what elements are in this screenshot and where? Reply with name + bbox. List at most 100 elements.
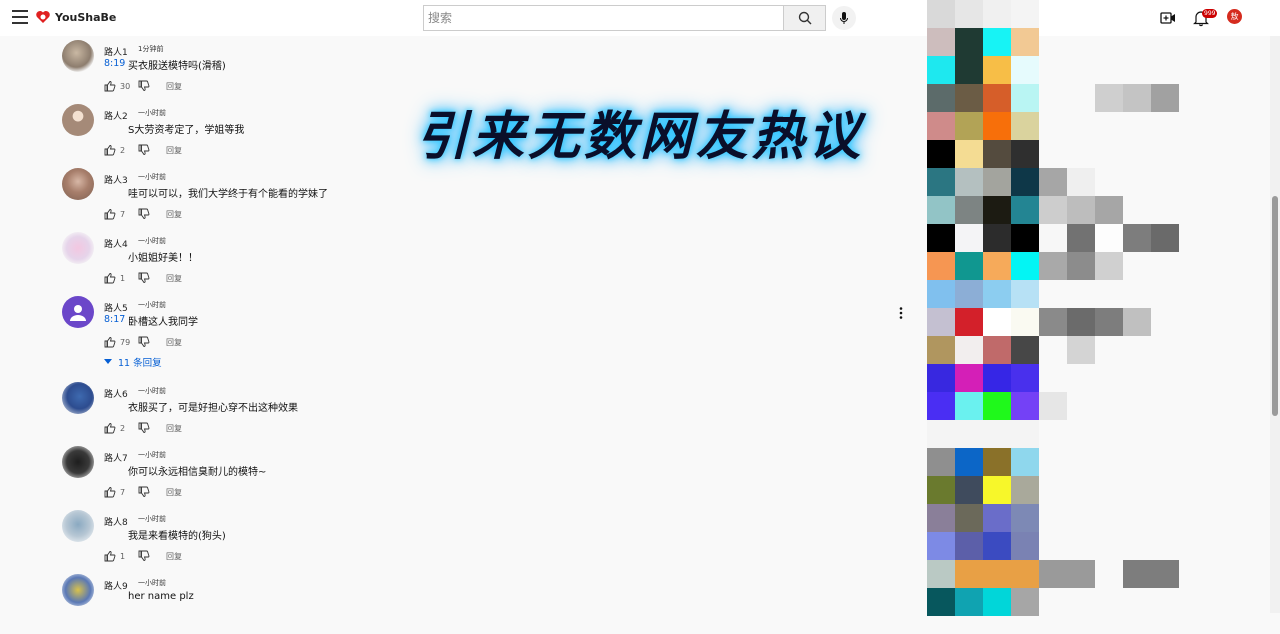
notification-count-badge: 999 xyxy=(1202,9,1218,18)
scrollbar[interactable] xyxy=(1270,36,1280,613)
comment-time[interactable]: 一小时前 xyxy=(138,578,166,588)
menu-icon[interactable] xyxy=(12,10,28,24)
mosaic-pixel xyxy=(983,588,1011,616)
mosaic-pixel xyxy=(955,84,983,112)
like-icon[interactable] xyxy=(104,550,116,562)
like-icon[interactable] xyxy=(104,336,116,348)
mosaic-pixel xyxy=(927,0,955,28)
like-icon[interactable] xyxy=(104,422,116,434)
more-actions-icon[interactable] xyxy=(896,306,906,320)
mosaic-pixel xyxy=(955,336,983,364)
comment-author[interactable]: 路人1 xyxy=(104,45,128,58)
comment-time[interactable]: 一小时前 xyxy=(138,514,166,524)
comment-avatar[interactable] xyxy=(62,232,94,264)
mosaic-pixel xyxy=(927,56,955,84)
like-icon[interactable] xyxy=(104,144,116,156)
like-icon[interactable] xyxy=(104,486,116,498)
mosaic-pixel xyxy=(955,504,983,532)
comment-author[interactable]: 路人2 xyxy=(104,109,128,122)
dislike-icon[interactable] xyxy=(138,422,150,434)
reply-button[interactable]: 回复 xyxy=(166,273,182,284)
mosaic-pixel xyxy=(1067,308,1095,336)
comment-avatar[interactable] xyxy=(62,168,94,200)
view-replies-button[interactable]: 11 条回复 xyxy=(104,355,162,369)
like-icon[interactable] xyxy=(104,208,116,220)
mosaic-pixel xyxy=(983,476,1011,504)
mosaic-pixel xyxy=(1039,560,1067,588)
comment-author[interactable]: 路人4 xyxy=(104,237,128,250)
like-icon[interactable] xyxy=(104,80,116,92)
mosaic-pixel xyxy=(983,28,1011,56)
mosaic-pixel xyxy=(983,560,1011,588)
user-avatar[interactable]: 敖 xyxy=(1227,9,1242,24)
comment-time[interactable]: 一小时前 xyxy=(138,450,166,460)
comment-author[interactable]: 路人6 xyxy=(104,387,128,400)
reply-button[interactable]: 回复 xyxy=(166,487,182,498)
comment-author[interactable]: 路人8 xyxy=(104,515,128,528)
mosaic-pixel xyxy=(1011,252,1039,280)
comment-author[interactable]: 路人9 xyxy=(104,579,128,592)
mosaic-pixel xyxy=(1011,504,1039,532)
comment-avatar[interactable] xyxy=(62,40,94,72)
mosaic-pixel xyxy=(1095,224,1123,252)
logo[interactable]: YouShaBe xyxy=(35,9,116,25)
comment-avatar[interactable] xyxy=(62,574,94,606)
mosaic-pixel xyxy=(955,392,983,420)
heart-logo-icon xyxy=(36,11,50,23)
comment-text: S大劳资考定了，学姐等我 xyxy=(128,125,245,136)
search-icon xyxy=(798,11,811,25)
like-icon[interactable] xyxy=(104,272,116,284)
mosaic-pixel xyxy=(927,140,955,168)
search-input[interactable] xyxy=(423,5,784,31)
mosaic-pixel xyxy=(955,224,983,252)
comment-time[interactable]: 一小时前 xyxy=(138,236,166,246)
scrollbar-thumb[interactable] xyxy=(1272,196,1278,416)
reply-button[interactable]: 回复 xyxy=(166,337,182,348)
dislike-icon[interactable] xyxy=(138,208,150,220)
reply-button[interactable]: 回复 xyxy=(166,81,182,92)
voice-search-button[interactable] xyxy=(832,6,856,30)
mosaic-pixel xyxy=(1039,308,1067,336)
dislike-icon[interactable] xyxy=(138,486,150,498)
comment-time[interactable]: 一小时前 xyxy=(138,386,166,396)
dislike-icon[interactable] xyxy=(138,550,150,562)
comment-avatar[interactable] xyxy=(62,510,94,542)
reply-button[interactable]: 回复 xyxy=(166,551,182,562)
comment-avatar[interactable] xyxy=(62,104,94,136)
dislike-icon[interactable] xyxy=(138,336,150,348)
comment-item: 路人4 一小时前 小姐姐好美！！ 1 回复 xyxy=(62,232,912,292)
microphone-icon xyxy=(840,12,848,24)
search-button[interactable] xyxy=(783,5,826,31)
comment-avatar[interactable] xyxy=(62,446,94,478)
comment-author[interactable]: 路人7 xyxy=(104,451,128,464)
comment-avatar[interactable] xyxy=(62,382,94,414)
comment-time[interactable]: 一小时前 xyxy=(138,300,166,310)
mosaic-pixel xyxy=(1011,532,1039,560)
mosaic-pixel xyxy=(1067,252,1095,280)
mosaic-pixel xyxy=(955,448,983,476)
mosaic-pixel xyxy=(927,532,955,560)
comment-time[interactable]: 一小时前 xyxy=(138,172,166,182)
mosaic-pixel xyxy=(927,476,955,504)
comment-author[interactable]: 路人5 xyxy=(104,301,128,314)
mosaic-pixel xyxy=(983,420,1011,448)
comment-author[interactable]: 路人3 xyxy=(104,173,128,186)
comment-time[interactable]: 1分钟前 xyxy=(138,44,163,54)
video-timestamp-link[interactable]: 8:17 xyxy=(104,314,125,325)
mosaic-pixel xyxy=(1011,560,1039,588)
dislike-icon[interactable] xyxy=(138,144,150,156)
dislike-icon[interactable] xyxy=(138,272,150,284)
dislike-icon[interactable] xyxy=(138,80,150,92)
comment-avatar[interactable] xyxy=(62,296,94,328)
mosaic-pixel xyxy=(955,28,983,56)
mosaic-pixel xyxy=(927,504,955,532)
reply-button[interactable]: 回复 xyxy=(166,209,182,220)
reply-button[interactable]: 回复 xyxy=(166,145,182,156)
mosaic-pixel xyxy=(983,252,1011,280)
video-timestamp-link[interactable]: 8:19 xyxy=(104,58,125,69)
reply-button[interactable]: 回复 xyxy=(166,423,182,434)
mosaic-pixel xyxy=(955,140,983,168)
mosaic-pixel xyxy=(955,420,983,448)
mosaic-pixel xyxy=(927,364,955,392)
comment-time[interactable]: 一小时前 xyxy=(138,108,166,118)
